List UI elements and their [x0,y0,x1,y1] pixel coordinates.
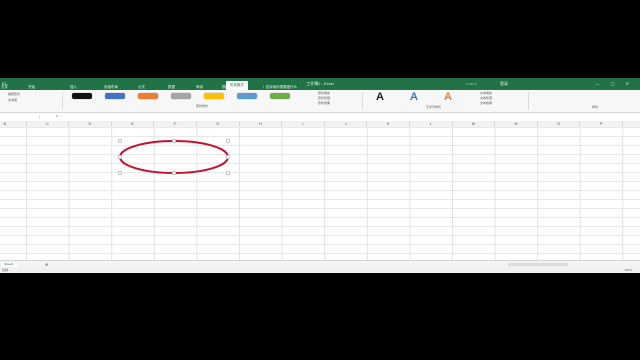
ribbon: 编辑形状 文本框 形状样式 形状填充 形状轮廓 形状效果 A A A 艺术字样式… [0,90,640,113]
zoom-level[interactable]: 100% [624,268,632,272]
wordart-style-2[interactable]: A [410,91,418,103]
shape-fill-button[interactable]: 形状填充 [318,91,330,95]
style-black-swatch[interactable] [72,93,92,99]
status-text: 就绪 [2,268,9,272]
wordart-style-3[interactable]: A [444,91,452,103]
horizontal-scrollbar[interactable] [508,263,568,266]
resize-handle-w[interactable] [117,154,123,160]
separator [528,92,529,110]
style-yellow-swatch[interactable] [204,93,224,99]
text-box-command[interactable]: 文本框 [8,98,17,102]
text-effects-button[interactable]: 文本效果 [480,101,492,105]
shape-effects-button[interactable]: 形状效果 [318,101,330,105]
group-shape-styles-label: 形状样式 [196,104,209,108]
separator [362,92,363,110]
resize-handle-n[interactable] [171,139,177,144]
style-blue-swatch[interactable] [105,93,125,99]
ribbon-tabs: 文件 开始 插入 页面布局 公式 数据 审阅 视图 形状格式 ♀ 告诉我你想要做… [0,78,640,90]
wordart-style-1[interactable]: A [376,91,384,103]
group-wordart-label: 艺术字样式 [426,105,442,109]
resize-handle-sw[interactable] [117,170,123,176]
resize-handle-se[interactable] [225,170,231,176]
excel-window: EL- 工作簿1 - Excel ♪ ▭ ⌂ 登录 — ▢ ✕ 文件 开始 插入… [0,78,640,273]
resize-handle-s[interactable] [171,170,177,176]
resize-handle-nw[interactable] [117,139,123,144]
style-lightblue-swatch[interactable] [237,93,257,99]
resize-handle-ne[interactable] [225,139,231,144]
fx-icon: fx [56,114,59,118]
style-green-swatch[interactable] [270,93,290,99]
style-gray-swatch[interactable] [171,93,191,99]
text-outline-button[interactable]: 文本轮廓 [480,96,492,100]
resize-handle-e[interactable] [225,154,231,160]
ellipse-outline[interactable] [119,140,229,174]
edit-shape-command[interactable]: 编辑形状 [8,92,20,96]
text-fill-button[interactable]: 文本填充 [480,91,492,95]
separator [62,92,63,110]
formula-input[interactable] [64,114,634,120]
ellipse-shape[interactable] [117,139,231,179]
name-box[interactable] [3,115,40,119]
status-bar: 就绪 100% [0,267,640,273]
group-arrange-label: 排列 [592,105,599,109]
shape-outline-button[interactable]: 形状轮廓 [318,96,330,100]
cell-grid[interactable] [0,127,640,260]
tab-shape-format[interactable]: 形状格式 [226,81,248,90]
style-orange-swatch[interactable] [138,93,158,99]
